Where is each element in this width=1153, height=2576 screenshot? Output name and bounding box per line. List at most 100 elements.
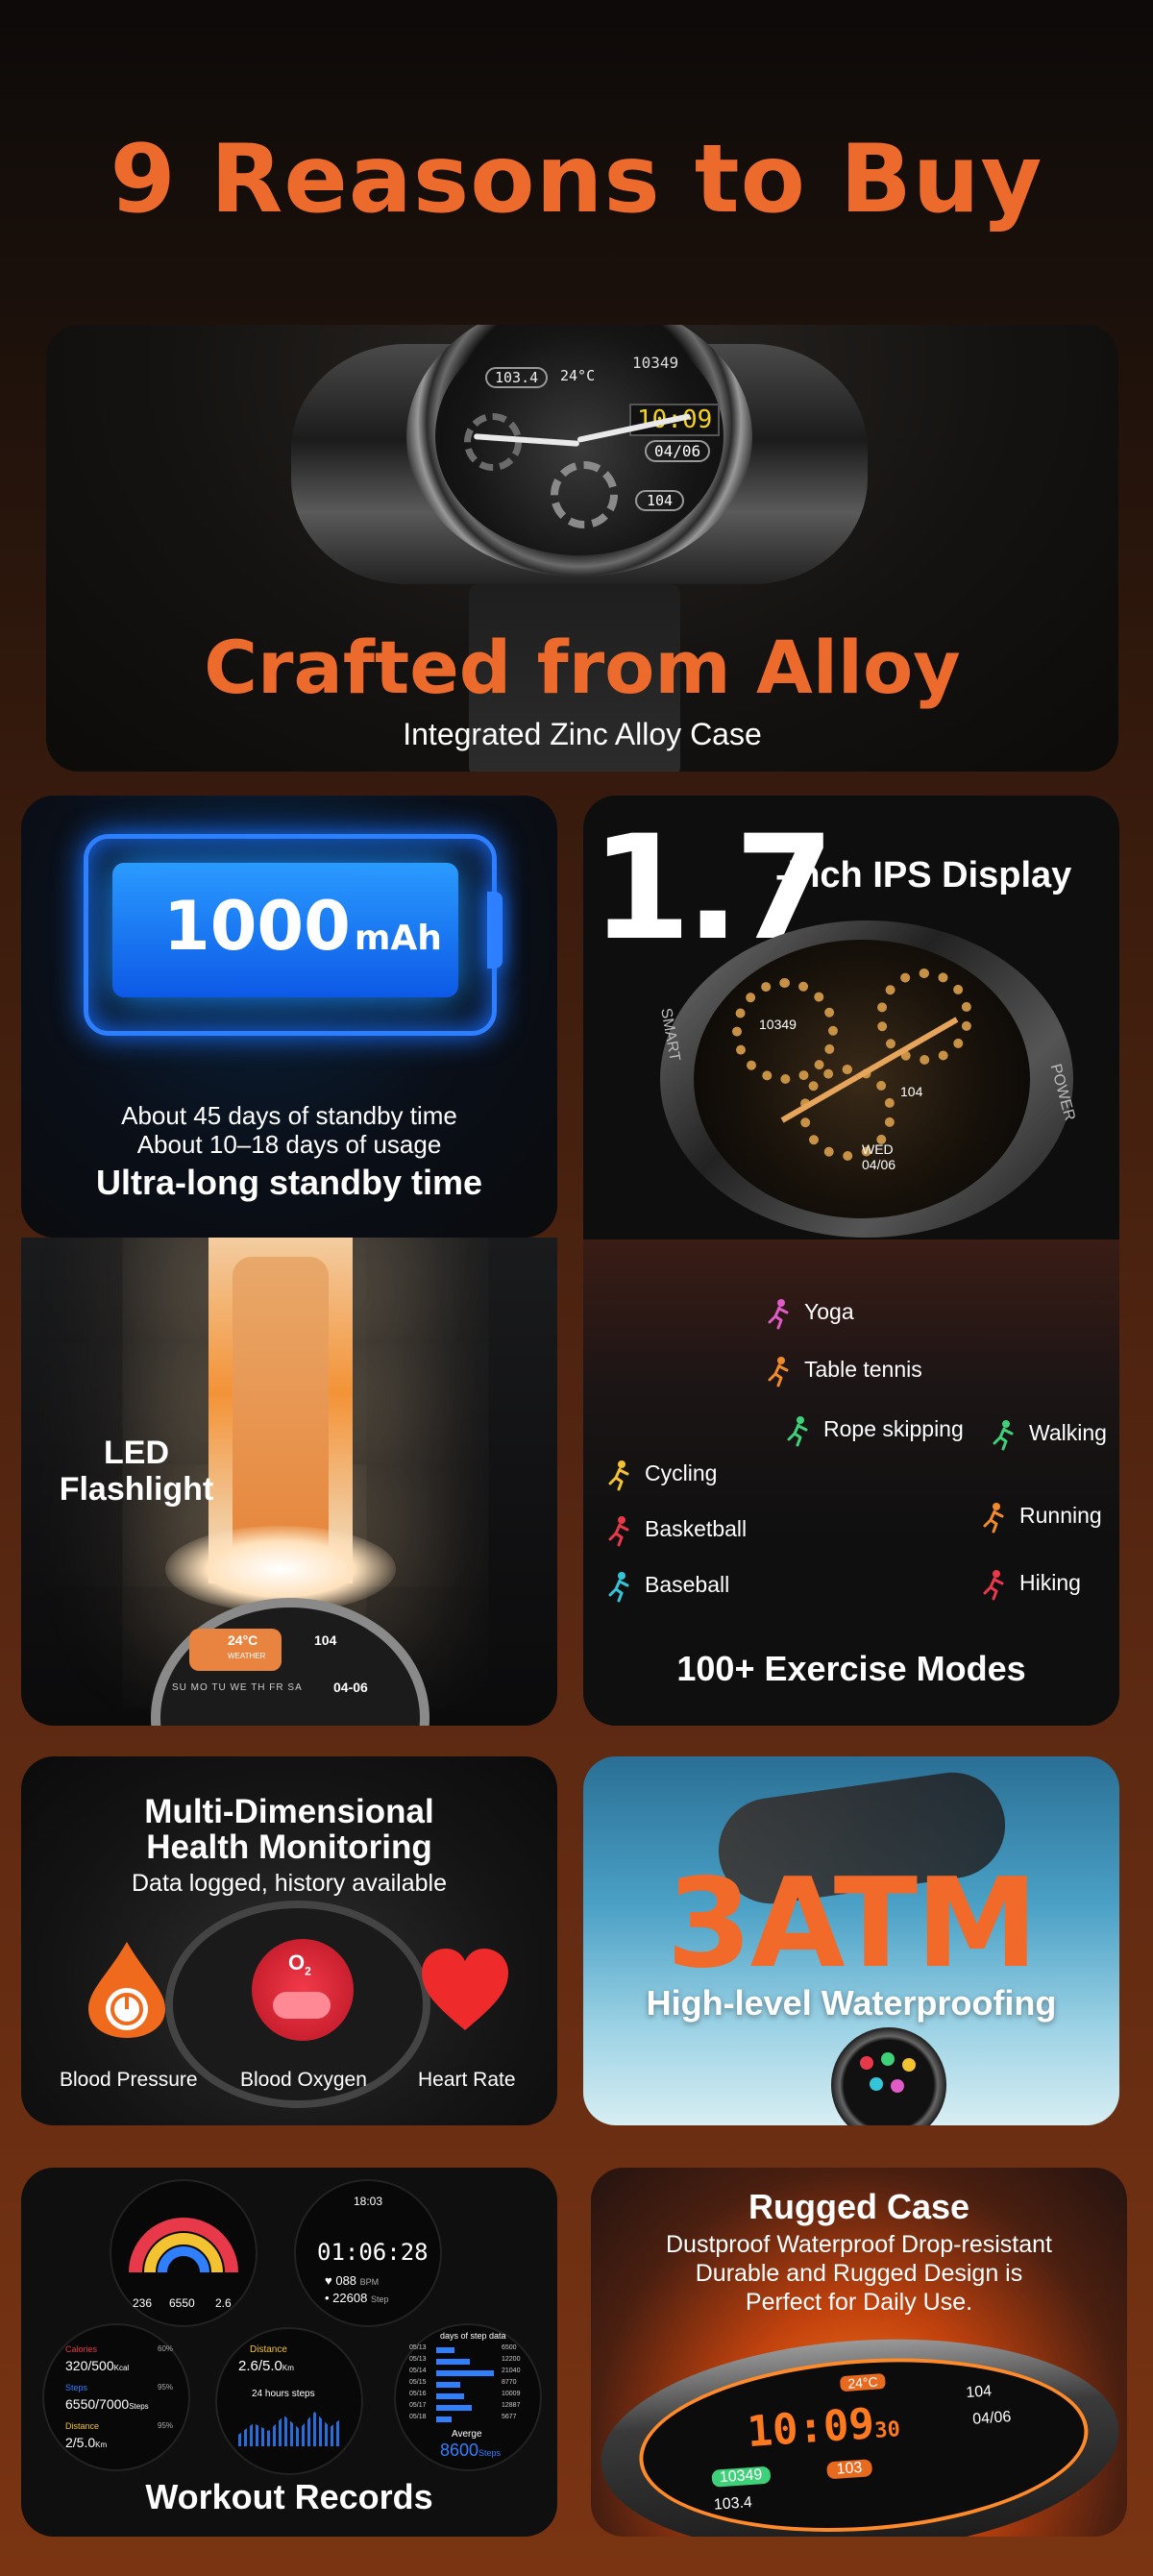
week-row-date: 05/13 [409, 2356, 427, 2363]
calendar-date: 04-06 [333, 1680, 368, 1695]
weather-label: WEATHER [228, 1652, 266, 1660]
rugged-title: Rugged Case [748, 2187, 970, 2226]
week-row: 05/17 12887 [409, 2402, 528, 2414]
rugged-temp: 24°C [839, 2372, 887, 2392]
weather-temp: 24°C [228, 1632, 258, 1648]
health-title-2: Health Monitoring [146, 1828, 432, 1866]
face-steps: 10349 [632, 354, 679, 372]
o2-symbol: O2 [288, 1950, 311, 1978]
exercise-mode-label: Hiking [1019, 1570, 1081, 1596]
week-row-bar [436, 2382, 460, 2388]
rugged-steps: 10349 [711, 2466, 771, 2488]
exercise-mode-rope-skipping: Rope skipping [781, 1414, 964, 1447]
face-heart: 104 [900, 1084, 923, 1099]
week-row-value: 6500 [502, 2344, 517, 2351]
blood-pressure-icon [79, 1937, 175, 2043]
rugged-line1: Dustproof Waterproof Drop-resistant [665, 2231, 1052, 2258]
week-row-bar [436, 2347, 454, 2353]
rugged-line2: Durable and Rugged Design is [695, 2260, 1023, 2287]
strap [233, 1257, 329, 1564]
goals-face: Calories 60% 320/500Kcal Steps 95% 6550/… [42, 2323, 190, 2471]
week-row-bar [436, 2417, 453, 2422]
baseball-icon [608, 1572, 629, 1603]
table-tennis-icon [768, 1357, 789, 1387]
exercise-mode-hiking: Hiking [977, 1568, 1081, 1601]
workout-title: Workout Records [145, 2477, 433, 2516]
week-face: days of step data 05/13 6500 05/13 12200 05/… [394, 2323, 542, 2471]
exercise-mode-label: Basketball [645, 1516, 748, 1542]
gear-icon [551, 461, 618, 528]
face-date: 04/06 [862, 1157, 896, 1172]
face-date: 04/06 [645, 440, 711, 462]
rugged-line3: Perfect for Daily Use. [745, 2289, 973, 2316]
ring-b: 6550 [169, 2296, 195, 2310]
ring-a: 236 [133, 2296, 153, 2310]
blood-pressure-label: Blood Pressure [60, 2069, 198, 2091]
face-heart: 104 [635, 490, 685, 511]
week-row: 05/16 10009 [409, 2391, 528, 2402]
week-row-value: 12200 [502, 2356, 521, 2363]
steps-pct: 95% [158, 2383, 174, 2392]
cal-value: 320/500Kcal [65, 2358, 130, 2373]
exercise-mode-label: Walking [1029, 1420, 1107, 1446]
steps-value: 6550/7000Steps [65, 2396, 149, 2412]
rugged-screen: 24°C 10:0930 104 04/06 10349 103 103.4 [633, 2343, 1094, 2537]
app-dot [891, 2079, 904, 2093]
app-dot [881, 2052, 895, 2066]
week-row: 05/18 5677 [409, 2414, 528, 2425]
steps-histogram [238, 2412, 340, 2446]
timer-bpm: ♥ 088 BPM [325, 2273, 380, 2288]
week-title: days of step data [440, 2331, 506, 2341]
battery-capacity-value: 1000 [163, 887, 351, 966]
dist-value: 2/5.0Km [65, 2435, 108, 2450]
cal-label: Calories [65, 2344, 98, 2354]
rugged-val: 104 [965, 2383, 993, 2402]
week-row-value: 12887 [502, 2402, 521, 2409]
display-watch-face: 10349 104 WED 04/06 [694, 940, 1030, 1218]
week-row: 05/13 6500 [409, 2344, 528, 2356]
week-row-bar [436, 2405, 472, 2411]
rugged-time: 10:0930 [745, 2398, 901, 2458]
flashlight-watch-face: 24°C WEATHER 104 SU MO TU WE TH FR SA 04… [151, 1598, 429, 1726]
blood-oxygen-icon: O2 [252, 1939, 354, 2041]
week-row-bar [436, 2393, 464, 2399]
exercise-mode-walking: Walking [987, 1418, 1107, 1451]
display-exercise-card: 1.7 -inch IPS Display 10349 104 WED 04/0… [583, 796, 1119, 1726]
battery-card: 1000 mAh About 45 days of standby time Ab… [21, 796, 557, 1238]
week-row-date: 05/16 [409, 2391, 427, 2397]
week-row-date: 05/18 [409, 2414, 427, 2420]
distance-value: 2.6/5.0Km [238, 2358, 294, 2374]
rugged-date: 04/06 [971, 2408, 1012, 2428]
heart-rate-label: Heart Rate [418, 2069, 516, 2091]
app-dot [860, 2056, 873, 2070]
rugged-card: Rugged Case Dustproof Waterproof Drop-re… [591, 2168, 1127, 2537]
rugged-val2: 103.4 [713, 2493, 753, 2514]
week-row-value: 21040 [502, 2367, 521, 2374]
health-subtitle: Data logged, history available [132, 1870, 447, 1897]
workout-card: 236 6550 2.6 18:03 01:06:28 ♥ 088 BPM • … [21, 2168, 557, 2537]
timer-clock: 18:03 [354, 2195, 383, 2208]
distance-caption: 24 hours steps [252, 2389, 315, 2399]
distance-label: Distance [250, 2344, 287, 2355]
waterproof-subtitle: High-level Waterproofing [646, 1983, 1057, 2023]
week-row-value: 5677 [502, 2414, 517, 2420]
face-temp: 24°C [560, 367, 596, 384]
alloy-subtitle: Integrated Zinc Alloy Case [403, 717, 762, 751]
heart-icon [417, 1944, 513, 2040]
face-steps: 10349 [759, 1017, 797, 1032]
exercise-mode-label: Running [1019, 1503, 1102, 1529]
walking-icon [993, 1420, 1014, 1451]
waterproof-watch [831, 2027, 946, 2125]
timer-steps: • 22608 Step [325, 2291, 389, 2305]
page-headline: 9 Reasons to Buy [110, 125, 1043, 234]
exercise-mode-label: Cycling [645, 1460, 718, 1486]
yoga-icon [768, 1299, 789, 1330]
cycling-icon [608, 1460, 629, 1491]
flashlight-card: 24°C WEATHER 104 SU MO TU WE TH FR SA 04… [21, 1238, 557, 1726]
exercise-mode-yoga: Yoga [762, 1297, 854, 1330]
rugged-hr: 103 [826, 2459, 872, 2480]
running-icon [983, 1503, 1004, 1533]
exercise-mode-table-tennis: Table tennis [762, 1355, 922, 1387]
week-row-date: 05/15 [409, 2379, 427, 2386]
basketball-icon [608, 1516, 629, 1547]
